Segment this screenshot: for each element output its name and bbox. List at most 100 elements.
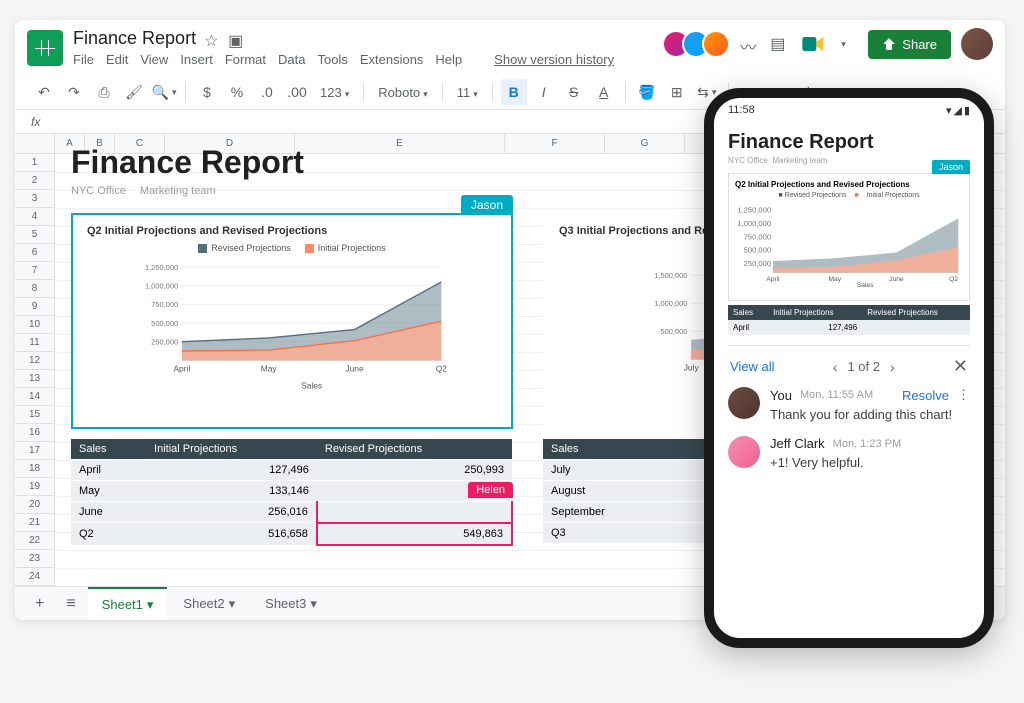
- q2-data-table[interactable]: SalesInitial ProjectionsRevised Projecti…: [71, 439, 513, 546]
- comment-history-icon[interactable]: ▤: [770, 34, 790, 54]
- bold-icon[interactable]: B: [501, 79, 527, 105]
- row-header[interactable]: 1: [15, 154, 55, 172]
- menu-extensions[interactable]: Extensions: [360, 52, 424, 67]
- font-dropdown[interactable]: Roboto: [372, 85, 433, 100]
- menu-insert[interactable]: Insert: [180, 52, 213, 67]
- phone-chart[interactable]: Jason Q2 Initial Projections and Revised…: [728, 173, 970, 301]
- svg-text:Q2: Q2: [436, 364, 448, 374]
- italic-icon[interactable]: I: [531, 79, 557, 105]
- row-header[interactable]: 2: [15, 172, 55, 190]
- row-header[interactable]: 23: [15, 550, 55, 568]
- row-header[interactable]: 17: [15, 442, 55, 460]
- move-icon[interactable]: ▣: [228, 31, 244, 47]
- menu-view[interactable]: View: [140, 52, 168, 67]
- comment-menu-icon[interactable]: ⋮: [957, 387, 970, 403]
- view-all-link[interactable]: View all: [730, 359, 775, 374]
- signal-icon: ◢: [953, 104, 961, 117]
- row-header[interactable]: 3: [15, 190, 55, 208]
- comment-time: Mon, 1:23 PM: [833, 438, 901, 450]
- font-size-dropdown[interactable]: 11: [451, 85, 484, 100]
- svg-text:April: April: [173, 364, 190, 374]
- phone-time: 11:58: [728, 104, 755, 117]
- meet-icon[interactable]: [800, 30, 828, 58]
- sheet-tab-1[interactable]: Sheet1 ▾: [88, 587, 168, 621]
- svg-text:250,000: 250,000: [744, 259, 771, 268]
- row-header[interactable]: 10: [15, 316, 55, 334]
- show-version-history[interactable]: Show version history: [494, 52, 614, 67]
- activity-icon[interactable]: 〰: [740, 34, 760, 54]
- row-header[interactable]: 19: [15, 478, 55, 496]
- next-comment-icon[interactable]: ›: [890, 359, 895, 375]
- row-header[interactable]: 9: [15, 298, 55, 316]
- menu-data[interactable]: Data: [278, 52, 305, 67]
- decrease-decimal-icon[interactable]: .0: [254, 79, 280, 105]
- undo-icon[interactable]: ↶: [31, 79, 57, 105]
- q2-chart-container[interactable]: Jason Q2 Initial Projections and Revised…: [71, 213, 513, 429]
- row-header[interactable]: 22: [15, 532, 55, 550]
- text-color-icon[interactable]: A: [591, 79, 617, 105]
- header: Finance Report ☆ ▣ File Edit View Insert…: [15, 20, 1005, 75]
- row-header[interactable]: 18: [15, 460, 55, 478]
- svg-text:June: June: [345, 364, 364, 374]
- menu-format[interactable]: Format: [225, 52, 266, 67]
- menu-edit[interactable]: Edit: [106, 52, 128, 67]
- row-header[interactable]: 6: [15, 244, 55, 262]
- percent-icon[interactable]: %: [224, 79, 250, 105]
- svg-text:1,500,000: 1,500,000: [654, 271, 687, 280]
- star-icon[interactable]: ☆: [204, 31, 220, 47]
- svg-text:750,000: 750,000: [744, 232, 771, 241]
- comment-text: +1! Very helpful.: [770, 455, 970, 470]
- row-header[interactable]: 20: [15, 496, 55, 514]
- svg-text:1,250,000: 1,250,000: [737, 206, 771, 215]
- close-icon[interactable]: ✕: [953, 356, 968, 377]
- row-header[interactable]: 4: [15, 208, 55, 226]
- prev-comment-icon[interactable]: ‹: [833, 359, 838, 375]
- avatar: [728, 387, 760, 419]
- comment-author: You: [770, 388, 792, 403]
- currency-icon[interactable]: $: [194, 79, 220, 105]
- zoom-dropdown[interactable]: 🔍: [151, 79, 177, 105]
- row-header[interactable]: 11: [15, 334, 55, 352]
- sheets-logo-icon[interactable]: [27, 30, 63, 66]
- wifi-icon: ▾: [946, 104, 952, 117]
- paint-format-icon[interactable]: 🖌: [121, 79, 147, 105]
- comment-panel: View all ‹ 1 of 2 › ✕ You Mon, 11:55 AM …: [728, 345, 970, 470]
- menu-help[interactable]: Help: [435, 52, 462, 67]
- svg-text:Q2: Q2: [949, 276, 958, 283]
- meet-dropdown[interactable]: [838, 34, 858, 54]
- print-icon[interactable]: ⎙: [91, 79, 117, 105]
- number-format-dropdown[interactable]: 123: [314, 85, 355, 100]
- row-header[interactable]: 14: [15, 388, 55, 406]
- row-header[interactable]: 16: [15, 424, 55, 442]
- share-button[interactable]: Share: [868, 30, 951, 59]
- menu-bar: File Edit View Insert Format Data Tools …: [73, 52, 670, 67]
- menu-tools[interactable]: Tools: [317, 52, 347, 67]
- row-header[interactable]: 13: [15, 370, 55, 388]
- row-header[interactable]: 12: [15, 352, 55, 370]
- row-header[interactable]: 24: [15, 568, 55, 586]
- svg-text:April: April: [766, 276, 780, 283]
- row-header[interactable]: 5: [15, 226, 55, 244]
- collaborator-tag-helen: Helen: [468, 482, 513, 498]
- sheet-tab-3[interactable]: Sheet3 ▾: [251, 588, 331, 620]
- fill-color-icon[interactable]: 🪣: [634, 79, 660, 105]
- row-header[interactable]: 21: [15, 514, 55, 532]
- sheet-tab-2[interactable]: Sheet2 ▾: [169, 588, 249, 620]
- strikethrough-icon[interactable]: S: [561, 79, 587, 105]
- increase-decimal-icon[interactable]: .00: [284, 79, 310, 105]
- all-sheets-button[interactable]: ≡: [56, 589, 85, 619]
- row-header[interactable]: 7: [15, 262, 55, 280]
- row-header[interactable]: 8: [15, 280, 55, 298]
- document-title[interactable]: Finance Report: [73, 28, 196, 49]
- row-header[interactable]: 15: [15, 406, 55, 424]
- svg-text:Sales: Sales: [301, 380, 322, 390]
- add-sheet-button[interactable]: +: [25, 589, 54, 619]
- resolve-button[interactable]: Resolve: [902, 388, 949, 403]
- phone-table[interactable]: SalesInitial ProjectionsRevised Projecti…: [728, 305, 970, 335]
- collaborator-avatars: [670, 30, 730, 58]
- avatar[interactable]: [702, 30, 730, 58]
- redo-icon[interactable]: ↷: [61, 79, 87, 105]
- borders-icon[interactable]: ⊞: [664, 79, 690, 105]
- profile-avatar[interactable]: [961, 28, 993, 60]
- menu-file[interactable]: File: [73, 52, 94, 67]
